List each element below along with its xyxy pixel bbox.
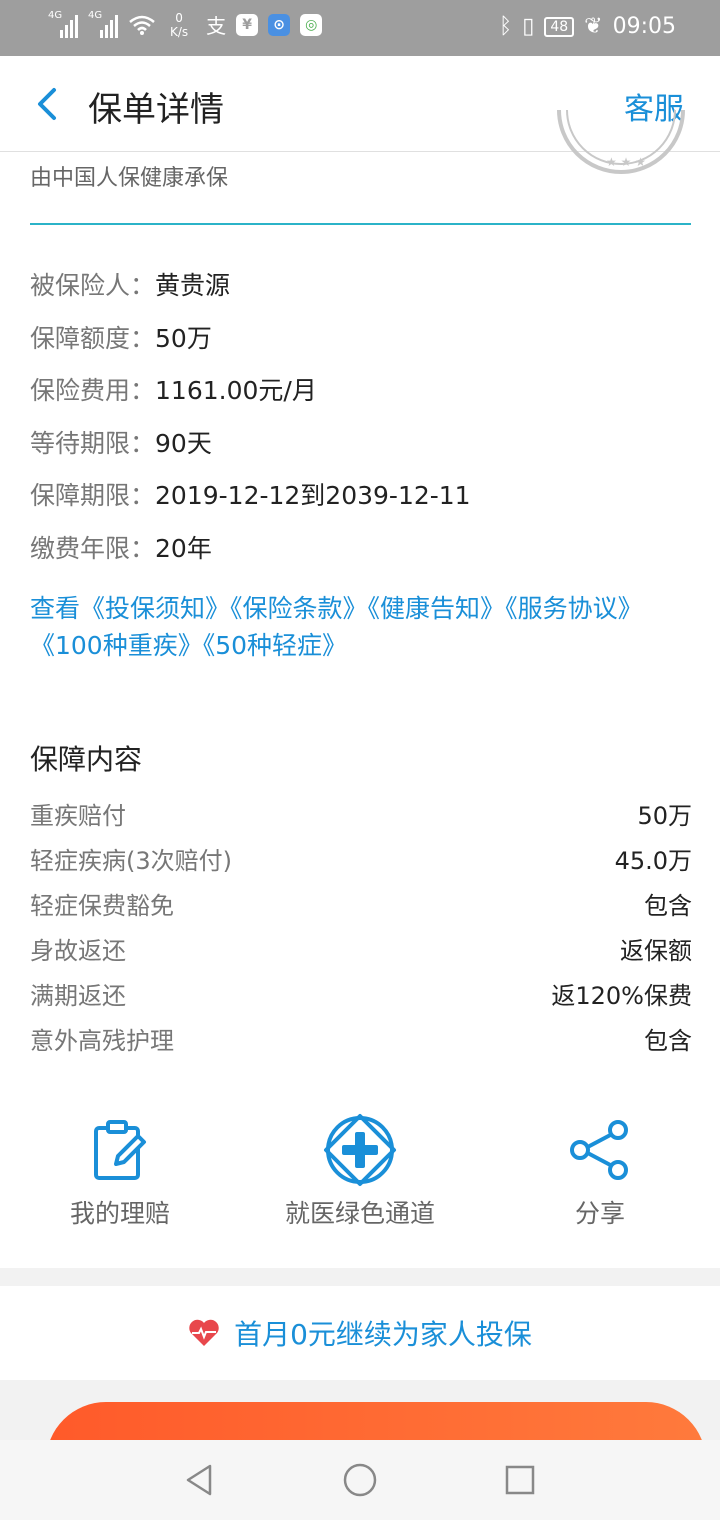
family-insure-promo[interactable]: 首月0元继续为家人投保 [0,1286,720,1380]
green-channel-button[interactable]: 就医绿色通道 [240,1110,480,1230]
leaf-icon: ❦ [584,14,603,39]
alipay-icon: 支 [206,14,227,38]
info-row-payment-years: 缴费年限：20年 [30,529,471,582]
share-label: 分享 [574,1199,625,1228]
coverage-row: 身故返还 返保额 [30,931,692,976]
status-bar: 4G 4G 0 K/s 支 ¥ ⊙ ◎ ᛒ ▯ 48 ❦ 09:05 [0,0,720,56]
coverage-value: 返保额 [620,937,692,965]
info-value: 20年 [155,533,212,563]
clock: 09:05 [612,14,676,39]
link-mild-illness[interactable]: 《50种轻症》 [203,631,347,660]
coverage-label: 轻症保费豁免 [30,892,174,920]
signal-icon: 4G [88,9,118,38]
clipboard-edit-icon [94,1120,146,1180]
info-label: 保障额度： [30,323,156,353]
info-value: 50万 [155,323,212,353]
link-service-agreement[interactable]: 《服务协议》 [505,594,643,623]
status-left: 4G 4G 0 K/s 支 ¥ ⊙ ◎ [48,9,323,39]
medical-plus-icon [324,1114,396,1186]
svg-text:★ ★ ★: ★ ★ ★ [606,155,646,169]
my-claims-label: 我的理赔 [69,1199,170,1228]
divider [30,223,691,225]
browser-icon: ◎ [300,13,323,36]
coverage-label: 身故返还 [30,937,126,965]
info-label: 保险费用： [30,376,156,406]
bluetooth-icon: ᛒ [499,14,513,39]
share-icon [570,1120,628,1180]
coverage-title: 保障内容 [30,743,143,776]
info-value: 1161.00元/月 [155,376,317,406]
coverage-label: 满期返还 [30,982,126,1010]
coverage-value: 50万 [637,802,692,830]
link-terms[interactable]: 《保险条款》 [230,594,368,623]
action-bar: 我的理赔 就医绿色通道 分享 [0,1110,720,1240]
info-row-amount: 保障额度：50万 [30,319,471,372]
status-right: ᛒ ▯ 48 ❦ 09:05 [499,14,676,39]
coverage-label: 轻症疾病(3次赔付) [30,847,232,875]
info-row-waiting: 等待期限：90天 [30,424,471,477]
heart-pulse-icon [189,1319,219,1346]
banner-area [0,1380,720,1440]
green-channel-label: 就医绿色通道 [284,1199,435,1228]
promo-banner[interactable] [46,1402,706,1440]
info-label: 等待期限： [30,428,156,458]
hotspot-icon: ⊙ [268,13,291,36]
vibrate-icon: ▯ [522,14,535,39]
network-speed: 0 K/s [170,11,188,39]
coverage-label: 意外高残护理 [30,1027,174,1055]
coverage-label: 重疾赔付 [30,802,126,830]
info-value: 90天 [155,428,212,458]
coverage-list: 重疾赔付 50万 轻症疾病(3次赔付) 45.0万 轻症保费豁免 包含 身故返还… [30,796,692,1066]
info-row-period: 保障期限：2019-12-12到2039-12-11 [30,476,471,529]
signal-icon: 4G [48,9,78,38]
share-button[interactable]: 分享 [480,1110,720,1230]
info-label: 保障期限： [30,481,156,511]
info-value: 黄贵源 [155,271,231,300]
coverage-row: 满期返还 返120%保费 [30,976,692,1021]
speed-value: 0 [175,10,183,25]
info-label: 缴费年限： [30,533,156,563]
coverage-value: 包含 [644,1027,692,1055]
info-value: 2019-12-12到2039-12-11 [155,481,471,511]
speed-unit: K/s [170,24,189,39]
coverage-value: 返120%保费 [551,982,692,1010]
info-row-insured: 被保险人：黄贵源 [30,266,471,319]
link-notice[interactable]: 《投保须知》 [80,594,230,623]
seal-stamp-icon: ★ ★ ★ [556,110,686,190]
system-nav-bar [0,1440,720,1520]
my-claims-button[interactable]: 我的理赔 [0,1110,240,1230]
promo-text: 首月0元继续为家人投保 [234,1318,532,1351]
coverage-row: 轻症疾病(3次赔付) 45.0万 [30,841,692,886]
coverage-row: 重疾赔付 50万 [30,796,692,841]
back-arrow-icon[interactable] [30,84,66,124]
page-title: 保单详情 [88,90,224,130]
network-type: 4G [88,9,103,21]
nav-back-icon[interactable] [180,1460,220,1500]
link-critical-illness[interactable]: 《100种重疾》 [30,631,203,660]
insurer-label: 由中国人保健康承保 [30,166,229,191]
document-links: 查看《投保须知》《保险条款》《健康告知》《服务协议》《100种重疾》《50种轻症… [30,590,690,664]
coverage-value: 45.0万 [614,847,692,875]
link-health-declaration[interactable]: 《健康告知》 [368,594,506,623]
info-label: 被保险人： [30,271,156,300]
battery-icon: 48 [544,16,575,37]
nav-recents-icon[interactable] [500,1460,540,1500]
section-gap [0,1268,720,1286]
docs-prefix: 查看 [30,594,81,623]
network-type: 4G [48,9,63,21]
coverage-value: 包含 [644,892,692,920]
wifi-icon [129,15,155,35]
coverage-row: 轻症保费豁免 包含 [30,886,692,931]
info-row-premium: 保险费用：1161.00元/月 [30,371,471,424]
nav-home-icon[interactable] [340,1460,380,1500]
policy-info: 被保险人：黄贵源 保障额度：50万 保险费用：1161.00元/月 等待期限：9… [30,266,471,582]
coverage-row: 意外高残护理 包含 [30,1021,692,1066]
app-icon: ¥ [236,13,259,36]
